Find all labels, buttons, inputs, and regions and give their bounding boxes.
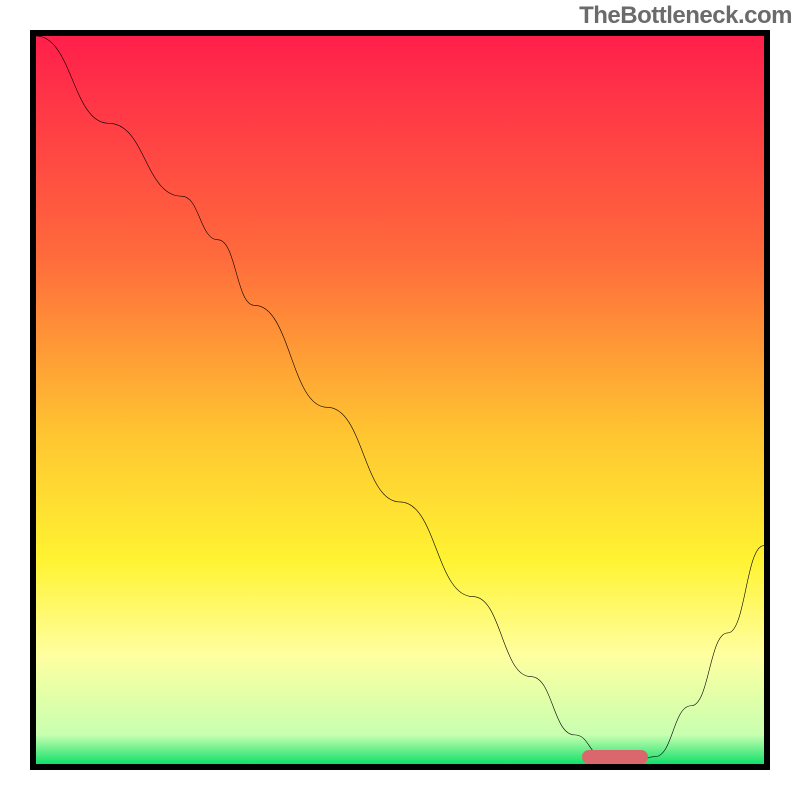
chart-container: TheBottleneck.com — [0, 0, 800, 800]
watermark-text: TheBottleneck.com — [579, 2, 792, 30]
curve-svg — [36, 36, 764, 764]
plot-area — [30, 30, 770, 770]
bottleneck-curve-path — [36, 36, 764, 764]
optimal-range-marker — [582, 750, 648, 764]
